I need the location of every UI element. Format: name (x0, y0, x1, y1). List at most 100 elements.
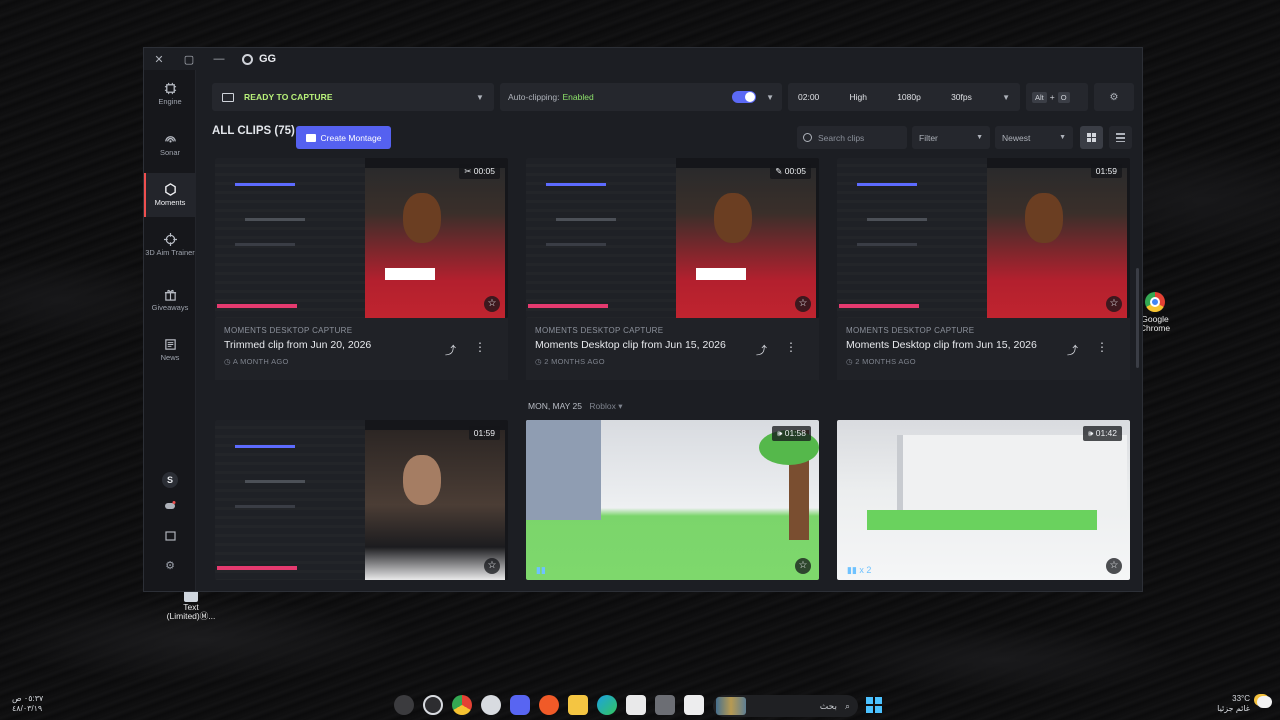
clip-thumbnail[interactable]: ✎ 00:05 ☆ (526, 158, 819, 318)
date-group-game[interactable]: Roblox ▾ (589, 401, 622, 411)
sidebar-item-news[interactable]: News (144, 338, 196, 363)
clip-quality[interactable]: High (850, 92, 867, 102)
scrollbar[interactable] (1136, 268, 1139, 368)
search-placeholder: Search clips (818, 132, 865, 143)
star-icon[interactable]: ☆ (484, 296, 500, 312)
text-file-desktop-icon[interactable]: Text (Limited)Ⓜ... (164, 588, 218, 622)
clip-fps[interactable]: 30fps (951, 92, 972, 102)
share-icon[interactable]: ⤴ (445, 342, 456, 358)
share-icon[interactable]: ⤴ (1067, 342, 1078, 358)
controller-button[interactable] (144, 501, 196, 514)
date-group-date: MON, MAY 25 (528, 401, 583, 411)
google-chrome-desktop-icon[interactable]: Google Chrome (1138, 292, 1172, 334)
gg-logo-icon (242, 53, 253, 65)
screen-capture-art (526, 158, 676, 318)
search-highlight-image (716, 697, 746, 715)
chrome-taskbar-icon[interactable] (452, 695, 472, 715)
star-icon[interactable]: ☆ (1106, 296, 1122, 312)
minimize-button[interactable]: — (204, 53, 234, 65)
app-title: GG (259, 53, 277, 65)
more-options-icon[interactable]: ⋮ (785, 340, 797, 354)
share-icon[interactable]: ⤴ (756, 342, 767, 358)
list-view-button[interactable] (1109, 126, 1132, 149)
clip-thumbnail[interactable]: 🕪 01:58 ☆ ▮▮ (526, 420, 819, 580)
clip-thumbnail[interactable]: ✂ 00:05 ☆ (215, 158, 508, 318)
thumbnail-detail (217, 304, 297, 308)
sidebar-item-giveaways[interactable]: Giveaways (144, 288, 196, 313)
sidebar-item-engine[interactable]: Engine (144, 82, 196, 107)
clip-resolution[interactable]: 1080p (897, 92, 921, 102)
audio-track-count-text: x 2 (859, 565, 872, 575)
capture-source-dropdown[interactable]: READY TO CAPTURE ▼ (212, 83, 494, 111)
crosshair-icon (163, 233, 177, 246)
app-taskbar-icon[interactable] (539, 695, 559, 715)
star-icon[interactable]: ☆ (484, 558, 500, 574)
discord-taskbar-icon[interactable] (510, 695, 530, 715)
capture-settings[interactable]: 02:00 High 1080p 30fps ▼ (788, 83, 1020, 111)
clip-duration[interactable]: 02:00 (798, 92, 819, 102)
sidebar-label-engine: Engine (158, 97, 182, 106)
create-montage-button[interactable]: Create Montage (296, 126, 391, 149)
clip-thumbnail[interactable]: 01:59 ☆ (215, 420, 508, 580)
clip-title[interactable]: Moments Desktop clip from Jun 15, 2026 (846, 339, 1121, 351)
more-options-icon[interactable]: ⋮ (1096, 340, 1108, 354)
search-input[interactable]: Search clips (797, 126, 907, 149)
sidebar-item-sonar[interactable]: Sonar (144, 133, 196, 158)
star-icon[interactable]: ☆ (795, 558, 811, 574)
clip-duration-badge: 🕪 01:42 (1082, 426, 1122, 441)
capture-hotkey[interactable]: Alt + O (1026, 83, 1088, 111)
clip-card[interactable]: 🕪 01:42 ☆ ▮▮ x 2 (837, 420, 1130, 580)
settings-taskbar-icon[interactable] (481, 695, 501, 715)
chevron-down-icon: ▼ (976, 134, 983, 141)
clip-card[interactable]: 01:59 ☆ (215, 420, 508, 580)
profile-avatar[interactable]: S (144, 472, 196, 488)
taskbar-weather[interactable]: 33°C غائم جزئيا (1217, 694, 1272, 714)
clip-card[interactable]: ✂ 00:05 ☆ MOMENTS DESKTOP CAPTURE Trimme… (215, 158, 508, 380)
news-icon (164, 339, 176, 350)
app-taskbar-icon-2[interactable] (655, 695, 675, 715)
clip-title[interactable]: Moments Desktop clip from Jun 15, 2026 (535, 339, 810, 351)
clip-card[interactable]: ✎ 00:05 ☆ MOMENTS DESKTOP CAPTURE Moment… (526, 158, 819, 380)
clip-title[interactable]: Trimmed clip from Jun 20, 2026 (224, 339, 499, 351)
screen-capture-art (837, 158, 987, 318)
clip-thumbnail[interactable]: 01:59 ☆ (837, 158, 1130, 318)
clip-card[interactable]: 🕪 01:58 ☆ ▮▮ (526, 420, 819, 580)
settings-chevron-icon[interactable]: ▼ (1002, 93, 1010, 102)
taskbar-search[interactable]: بحث ⌕ (713, 695, 858, 717)
star-icon[interactable]: ☆ (1106, 558, 1122, 574)
gg-app-window: ✕ ▢ — GG Engine Sonar Moments 3D Aim Tra… (143, 47, 1143, 592)
thumbnail-detail (528, 304, 608, 308)
auto-clipping-toggle[interactable] (732, 91, 757, 103)
close-button[interactable]: ✕ (144, 53, 174, 66)
store-taskbar-icon[interactable] (626, 695, 646, 715)
webcam-overlay-art (365, 168, 505, 318)
sidebar-item-moments[interactable]: Moments (144, 173, 196, 217)
clip-thumbnail[interactable]: 🕪 01:42 ☆ ▮▮ x 2 (837, 420, 1130, 580)
filter-dropdown[interactable]: Filter ▼ (912, 126, 990, 149)
star-icon[interactable]: ☆ (795, 296, 811, 312)
settings-button[interactable]: ⚙ (144, 559, 196, 572)
partly-cloudy-icon (1257, 696, 1272, 708)
clip-card[interactable]: 01:59 ☆ MOMENTS DESKTOP CAPTURE Moments … (837, 158, 1130, 380)
taskbar-clock[interactable]: ٠٥:٣٧ ص ٤٨/٠٣/١٩ (12, 694, 43, 714)
capture-settings-button[interactable]: ⚙ (1094, 83, 1134, 111)
notepad-taskbar-icon[interactable] (684, 695, 704, 715)
auto-clipping-chevron-icon[interactable]: ▼ (766, 93, 774, 102)
more-options-icon[interactable]: ⋮ (474, 340, 486, 354)
sidebar-item-aim-trainer[interactable]: 3D Aim Trainer (144, 233, 196, 258)
feedback-button[interactable] (144, 531, 196, 545)
sort-dropdown[interactable]: Newest ▼ (995, 126, 1073, 149)
file-explorer-icon[interactable] (568, 695, 588, 715)
windows-start-icon[interactable] (866, 697, 882, 713)
restore-button[interactable]: ▢ (174, 53, 204, 66)
screen-capture-art (215, 158, 365, 318)
gg-taskbar-icon[interactable] (423, 695, 443, 715)
thumbnail-detail (839, 304, 919, 308)
clip-age: 2 MONTHS AGO (846, 357, 1121, 366)
media-player-icon[interactable] (394, 695, 414, 715)
edge-taskbar-icon[interactable] (597, 695, 617, 715)
clip-age: A MONTH AGO (224, 357, 499, 366)
game-platform-art (867, 510, 1097, 530)
grid-view-button[interactable] (1080, 126, 1103, 149)
chrome-icon (1145, 292, 1165, 312)
